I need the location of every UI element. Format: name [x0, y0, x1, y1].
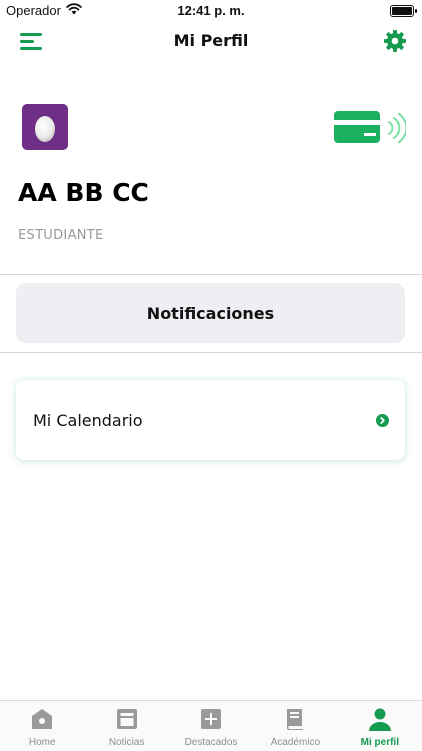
nav-bar: Mi Perfil: [0, 22, 422, 62]
contactless-card-icon: [334, 111, 408, 143]
book-icon: [287, 709, 304, 730]
tab-label: Académico: [270, 737, 321, 748]
status-bar: Operador 12:41 p. m.: [0, 0, 422, 22]
divider: [0, 274, 422, 275]
tab-label: Noticias: [108, 737, 145, 748]
tab-noticias[interactable]: Noticias: [84, 701, 168, 751]
tab-label: Destacados: [184, 737, 238, 748]
avatar[interactable]: [22, 104, 68, 150]
page-title: Mi Perfil: [173, 31, 249, 50]
home-icon: [32, 709, 53, 729]
settings-button[interactable]: [383, 29, 407, 53]
tab-label: Home: [28, 737, 56, 748]
notifications-button[interactable]: Notificaciones: [16, 283, 405, 343]
calendar-card[interactable]: Mi Calendario: [16, 380, 405, 460]
tab-destacados[interactable]: Destacados: [169, 701, 253, 751]
chevron-right-icon: [376, 414, 389, 427]
status-time: 12:41 p. m.: [177, 3, 245, 18]
tab-academico[interactable]: Académico: [253, 701, 337, 751]
user-role: ESTUDIANTE: [18, 228, 104, 243]
egg-icon: [35, 116, 55, 142]
tab-home[interactable]: Home: [0, 701, 84, 751]
tab-bar: Home Noticias Destacados Académico Mi pe…: [0, 700, 422, 751]
plus-square-icon: [201, 709, 222, 729]
calendar-label: Mi Calendario: [33, 411, 143, 430]
news-icon: [116, 709, 137, 729]
tab-label: Mi perfil: [360, 737, 399, 748]
tab-mi-perfil[interactable]: Mi perfil: [338, 701, 422, 751]
divider: [0, 352, 422, 353]
person-icon: [368, 708, 391, 731]
user-name: AA BB CC: [18, 178, 149, 207]
contactless-card-button[interactable]: [334, 110, 408, 146]
gear-icon: [384, 30, 406, 52]
battery-icon: [390, 5, 417, 17]
